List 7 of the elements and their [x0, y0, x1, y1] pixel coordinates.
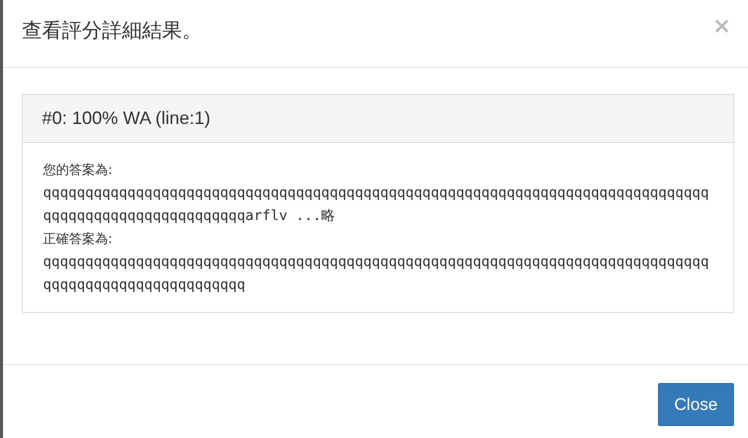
- modal-title: 查看評分詳細結果。: [22, 19, 202, 44]
- answer-text: qqqqqqqqqqqqqqqqqqqqqqqqqqqqqqqqqqqqqqqqqqqqqqqqqqqqqqqqqqqqqqqqqqqqqqqqqqqqqqqqqqqqqqqqqqqqqqqqqqqqqqq: [43, 253, 710, 295]
- close-button[interactable]: Close: [658, 383, 734, 426]
- answer-label: 正確答案為:: [43, 231, 114, 249]
- result-heading: #0: 100% WA (line:1): [42, 108, 210, 129]
- answer-text: qqqqqqqqqqqqqqqqqqqqqqqqqqqqqqqqqqqqqqqqqqqqqqqqqqqqqqqqqqqqqqqqqqqqqqqqqqqqqqqqqqqqqqqqqqqqqqqqqqqqqqqarflv ...略: [43, 184, 710, 226]
- answer-label: 您的答案為:: [43, 162, 114, 180]
